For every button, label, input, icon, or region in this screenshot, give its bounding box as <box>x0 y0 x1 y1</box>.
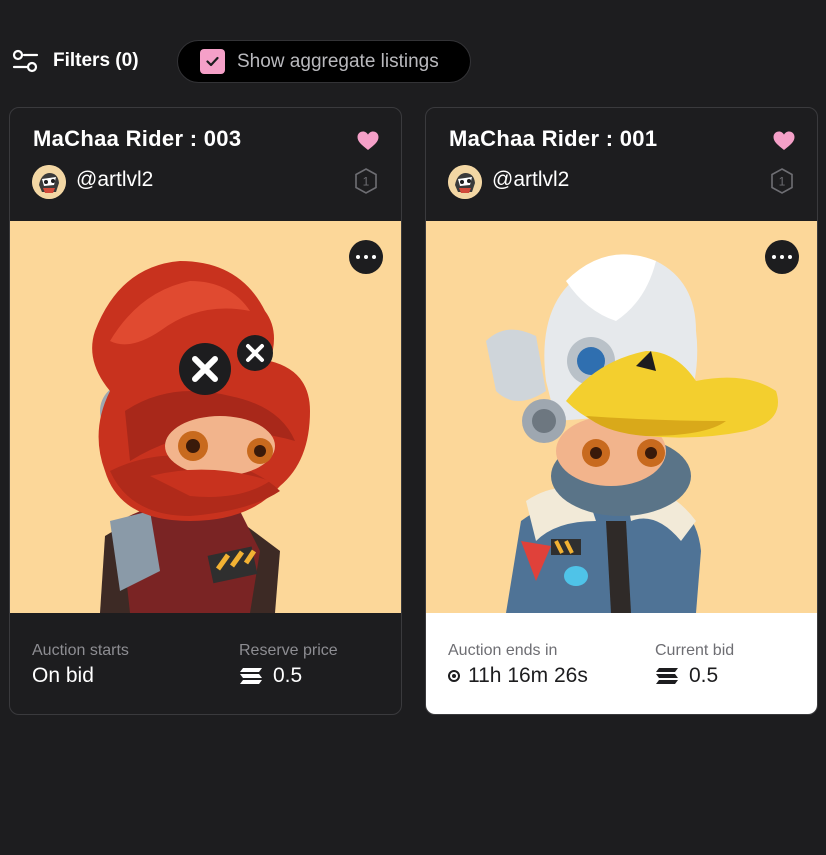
more-dot <box>788 255 792 259</box>
more-dot <box>772 255 776 259</box>
avatar[interactable] <box>448 165 482 199</box>
edition-number: 1 <box>363 175 370 189</box>
auction-status-label: Auction ends in <box>448 642 558 659</box>
nft-artwork[interactable] <box>10 221 401 613</box>
countdown-text: 11h 16m 26s <box>468 664 588 687</box>
heart-icon[interactable] <box>357 131 379 151</box>
creator-handle[interactable]: @artlvl2 <box>492 168 569 192</box>
aggregate-checkbox[interactable] <box>200 49 225 74</box>
hexagon-icon: 1 <box>771 168 793 194</box>
more-dot <box>372 255 376 259</box>
nft-card[interactable]: MaChaa Rider : 003 @artlvl2 1 Auction st… <box>9 107 402 715</box>
more-options-button[interactable] <box>765 240 799 274</box>
auction-status-value: 11h 16m 26s <box>448 664 588 688</box>
sliders-icon <box>12 49 39 73</box>
filters-button[interactable]: Filters (0) <box>12 48 139 74</box>
live-dot-icon <box>448 670 460 682</box>
edition-number: 1 <box>779 175 786 189</box>
solana-icon <box>656 668 678 684</box>
price-amount: 0.5 <box>689 664 719 687</box>
more-options-button[interactable] <box>349 240 383 274</box>
solana-icon <box>240 668 262 684</box>
edition-badge: 1 <box>353 167 379 195</box>
card-title: MaChaa Rider : 003 <box>33 126 242 151</box>
card-footer: Auction starts On bid Reserve price 0.5 <box>10 613 401 714</box>
red-rider-artwork <box>10 221 401 613</box>
price-amount: 0.5 <box>273 664 303 687</box>
nft-card[interactable]: MaChaa Rider : 001 @artlvl2 1 Auction en… <box>425 107 818 715</box>
price-label: Current bid <box>655 642 735 659</box>
auction-status-label: Auction starts <box>32 642 129 659</box>
more-dot <box>364 255 368 259</box>
filters-label: Filters (0) <box>53 50 139 71</box>
creator-avatar-icon <box>32 165 66 199</box>
price-label: Reserve price <box>239 642 338 659</box>
price-value: 0.5 <box>655 664 718 688</box>
more-dot <box>356 255 360 259</box>
checkmark-icon <box>206 56 219 67</box>
hexagon-icon: 1 <box>355 168 377 194</box>
more-dot <box>780 255 784 259</box>
heart-icon[interactable] <box>773 131 795 151</box>
aggregate-listings-toggle[interactable]: Show aggregate listings <box>177 40 471 83</box>
creator-avatar-icon <box>448 165 482 199</box>
avatar[interactable] <box>32 165 66 199</box>
auction-status-text: On bid <box>32 664 94 687</box>
aggregate-label: Show aggregate listings <box>237 50 439 72</box>
card-footer: Auction ends in 11h 16m 26s Current bid … <box>426 613 817 714</box>
creator-handle[interactable]: @artlvl2 <box>76 168 153 192</box>
price-value: 0.5 <box>239 664 302 688</box>
duck-rider-artwork <box>426 221 817 613</box>
auction-status-value: On bid <box>32 664 94 688</box>
nft-artwork[interactable] <box>426 221 817 613</box>
edition-badge: 1 <box>769 167 795 195</box>
card-title: MaChaa Rider : 001 <box>449 126 658 151</box>
